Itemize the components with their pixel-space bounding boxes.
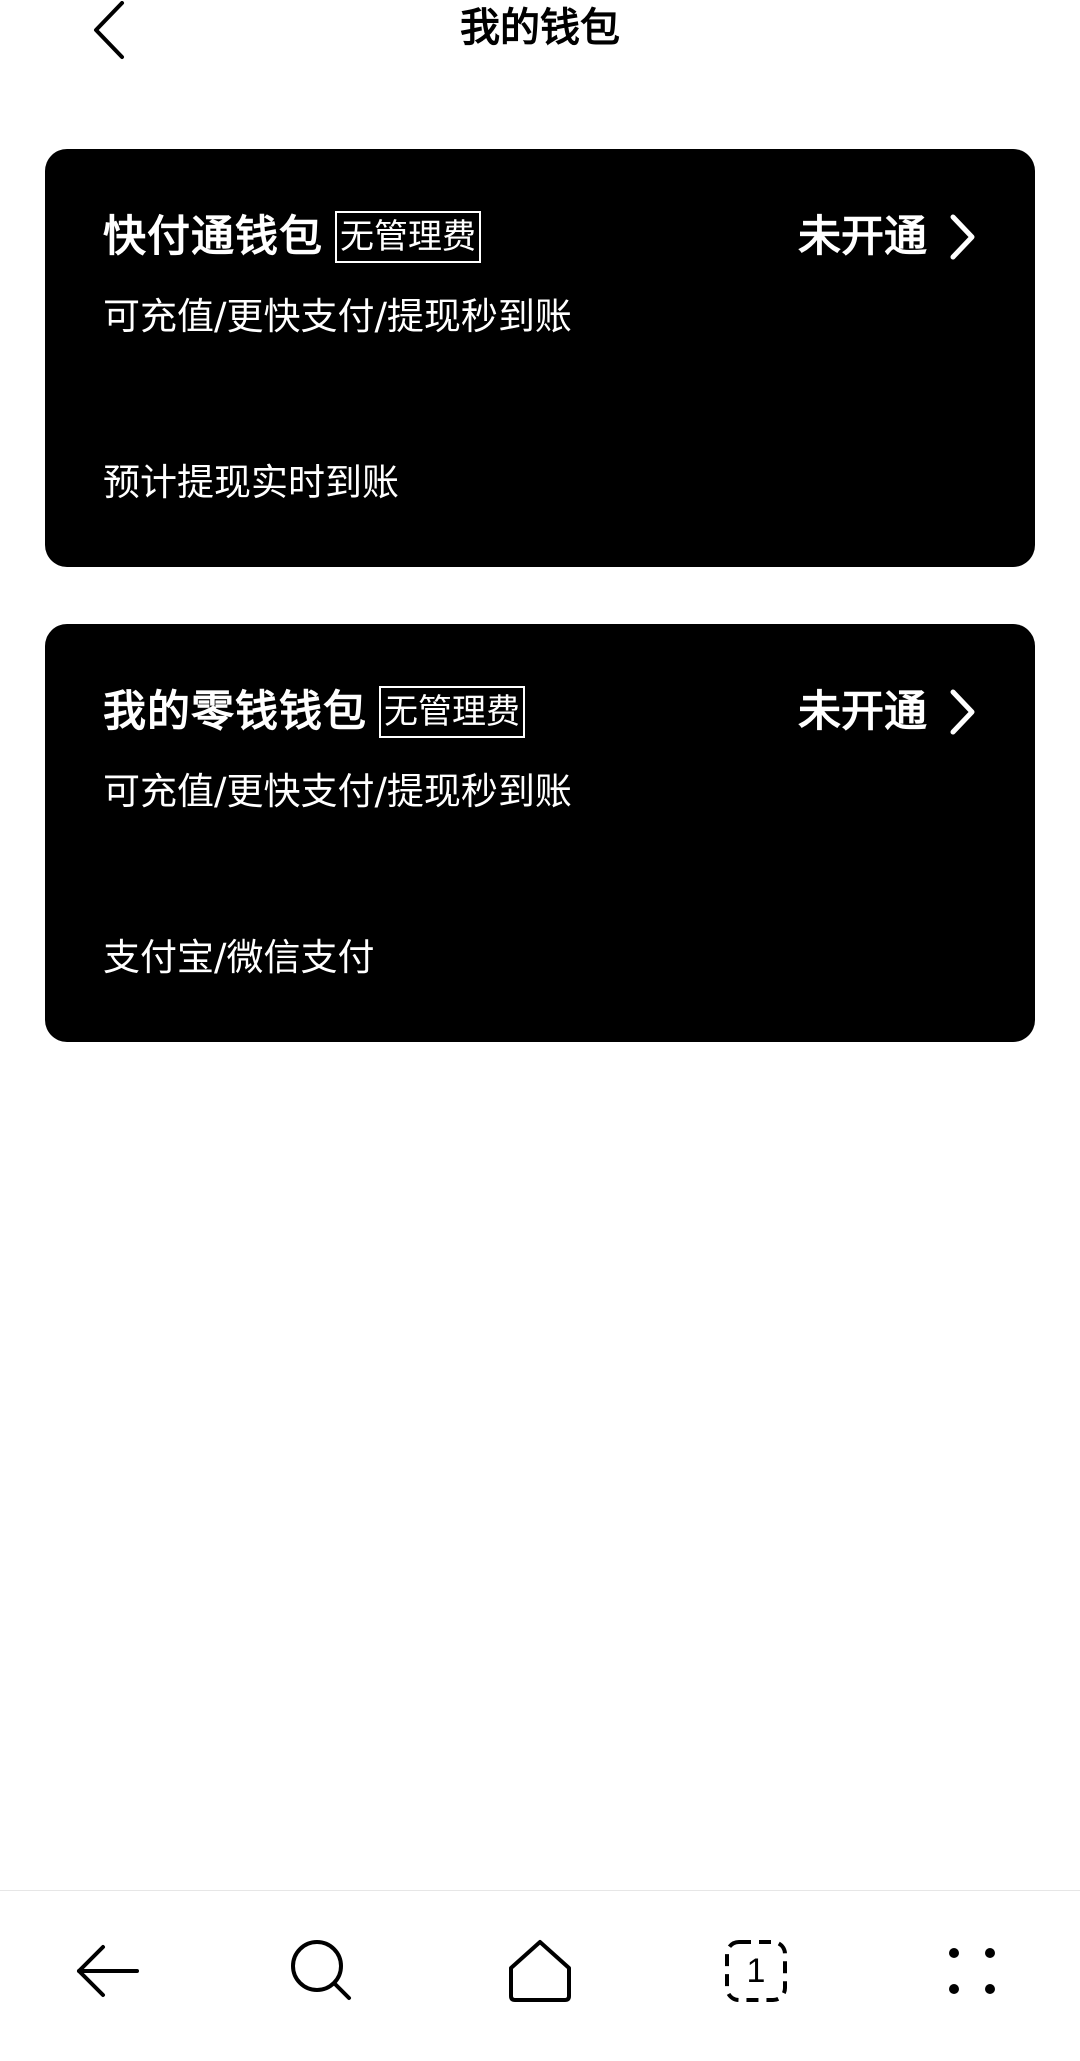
- wallet-card-change[interactable]: 我的零钱钱包 无管理费 未开通 可充值/更快支付/提现秒到账 支付宝/微信支付: [45, 624, 1035, 1042]
- header: 我的钱包: [0, 0, 1080, 70]
- nav-more-button[interactable]: [932, 1931, 1012, 2011]
- card-title: 我的零钱钱包: [103, 687, 367, 737]
- fee-tag: 无管理费: [379, 686, 525, 738]
- card-title-row: 我的零钱钱包 无管理费: [103, 682, 525, 742]
- nav-home-button[interactable]: [500, 1931, 580, 2011]
- search-icon: [291, 1940, 351, 2000]
- activate-link[interactable]: 未开通: [798, 682, 977, 742]
- fee-tag: 无管理费: [335, 211, 481, 263]
- card-title-row: 快付通钱包 无管理费: [103, 207, 481, 267]
- tabs-count: 1: [746, 1951, 766, 1990]
- nav-back-button[interactable]: [68, 1931, 148, 2011]
- chevron-right-icon: [947, 688, 977, 736]
- status-text: 未开通: [798, 687, 927, 737]
- card-title: 快付通钱包: [103, 212, 323, 262]
- nav-search-button[interactable]: [282, 1931, 362, 2011]
- card-footnote: 支付宝/微信支付: [103, 936, 375, 979]
- more-icon: [949, 1948, 995, 1994]
- chevron-right-icon: [947, 213, 977, 261]
- bottom-navigation-bar: 1: [0, 1890, 1080, 2061]
- card-description: 可充值/更快支付/提现秒到账: [103, 770, 572, 813]
- wallet-card-kuaifutong[interactable]: 快付通钱包 无管理费 未开通 可充值/更快支付/提现秒到账 预计提现实时到账: [45, 149, 1035, 567]
- back-arrow-icon: [77, 1945, 139, 1997]
- card-footnote: 预计提现实时到账: [103, 461, 399, 504]
- status-text: 未开通: [798, 212, 927, 262]
- nav-tabs-button[interactable]: 1: [716, 1931, 796, 2011]
- card-description: 可充值/更快支付/提现秒到账: [103, 295, 572, 338]
- home-icon: [509, 1940, 571, 2002]
- page-title: 我的钱包: [460, 5, 620, 51]
- activate-link[interactable]: 未开通: [798, 207, 977, 267]
